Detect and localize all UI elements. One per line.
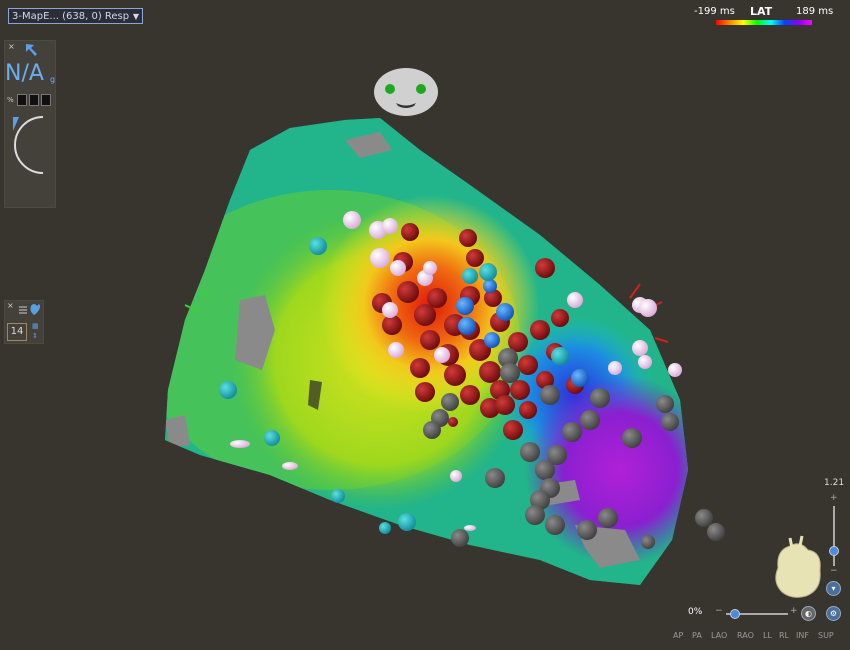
map-selector-dropdown[interactable]: 3-MapE... (638, 0) Resp ▼: [8, 8, 143, 24]
zoom-reset-button[interactable]: ▾: [826, 581, 841, 596]
head-orientation-icon: [374, 68, 438, 116]
map-canvas[interactable]: [0, 0, 850, 650]
tag-heart-icon[interactable]: [19, 302, 41, 316]
zoom-scale-value: 1.21: [824, 478, 845, 488]
lat-max-label: 189 ms: [796, 6, 834, 17]
zoom-out-icon[interactable]: −: [830, 566, 838, 576]
opacity-slider-handle[interactable]: [730, 609, 740, 619]
zoom-control: 1.21 + − ▾: [820, 478, 848, 598]
list-icon[interactable]: ▦: [32, 322, 39, 330]
view-settings-button[interactable]: ⚙: [826, 606, 841, 621]
view-button-inf[interactable]: INF: [796, 631, 809, 640]
view-button-pa[interactable]: PA: [692, 631, 702, 640]
heart-orientation-icon[interactable]: [775, 535, 821, 598]
view-button-rao[interactable]: RAO: [737, 631, 754, 640]
close-icon[interactable]: ×: [7, 301, 14, 310]
opacity-control: 0% − + ◐: [688, 604, 818, 624]
left-tool-panel: × N/A g %: [4, 40, 56, 208]
stepper-icon[interactable]: ⇕: [32, 332, 38, 340]
shading-toggle-button[interactable]: ◐: [801, 606, 816, 621]
view-button-rl[interactable]: RL: [779, 631, 789, 640]
opacity-increase-icon[interactable]: +: [790, 606, 798, 616]
tag-count-field[interactable]: 14: [7, 323, 27, 341]
lat-title: LAT: [750, 5, 773, 18]
contact-force-gauge: [13, 116, 44, 174]
map-selector-value: 3-MapE... (638, 0) Resp: [12, 11, 130, 22]
view-button-ap[interactable]: AP: [673, 631, 683, 640]
chevron-down-icon: ▼: [132, 12, 139, 21]
unit-display: N/A: [5, 61, 44, 86]
view-button-sup[interactable]: SUP: [818, 631, 834, 640]
lat-legend: -199 ms LAT 189 ms: [690, 5, 835, 28]
zoom-in-icon[interactable]: +: [830, 493, 838, 503]
lat-color-bar: [716, 20, 812, 25]
unit-subscript: g: [50, 75, 56, 84]
opacity-value: 0%: [688, 607, 703, 617]
view-button-ll[interactable]: LL: [763, 631, 772, 640]
percent-symbol: %: [7, 96, 14, 104]
tag-panel: × 14 ▦ ⇕: [4, 300, 44, 344]
indicator-box-3: [41, 94, 51, 106]
zoom-slider-track[interactable]: [833, 506, 835, 566]
pointer-arrow-icon[interactable]: [23, 42, 41, 58]
opacity-decrease-icon[interactable]: −: [715, 606, 723, 616]
lat-min-label: -199 ms: [694, 6, 735, 17]
view-button-lao[interactable]: LAO: [711, 631, 727, 640]
indicator-box-1: [17, 94, 27, 106]
close-icon[interactable]: ×: [8, 42, 15, 51]
zoom-slider-handle[interactable]: [829, 546, 839, 556]
indicator-box-2: [29, 94, 39, 106]
